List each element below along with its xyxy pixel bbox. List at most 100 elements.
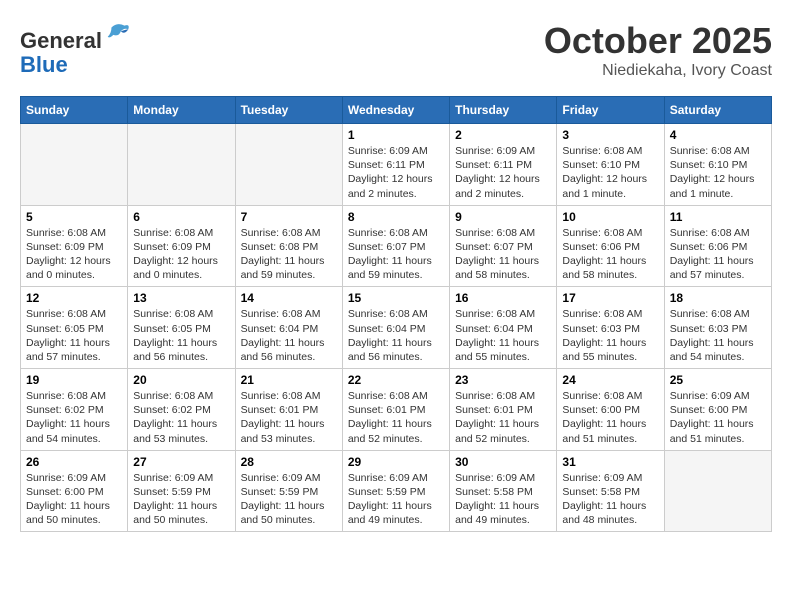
day-number: 23 [455, 373, 551, 387]
day-info: Sunrise: 6:08 AMSunset: 6:05 PMDaylight:… [133, 307, 229, 364]
day-info: Sunrise: 6:08 AMSunset: 6:04 PMDaylight:… [241, 307, 337, 364]
day-info: Sunrise: 6:08 AMSunset: 6:06 PMDaylight:… [562, 226, 658, 283]
day-info: Sunrise: 6:08 AMSunset: 6:01 PMDaylight:… [241, 389, 337, 446]
day-number: 8 [348, 210, 444, 224]
day-number: 6 [133, 210, 229, 224]
day-number: 14 [241, 291, 337, 305]
day-info: Sunrise: 6:08 AMSunset: 6:09 PMDaylight:… [26, 226, 122, 283]
day-number: 21 [241, 373, 337, 387]
day-number: 31 [562, 455, 658, 469]
weekday-header: Tuesday [235, 97, 342, 124]
calendar-cell: 5 Sunrise: 6:08 AMSunset: 6:09 PMDaylight… [21, 205, 128, 287]
day-number: 2 [455, 128, 551, 142]
calendar-cell: 26Sunrise: 6:09 AMSunset: 6:00 PMDayligh… [21, 450, 128, 532]
calendar-cell: 19 Sunrise: 6:08 AMSunset: 6:02 PMDayligh… [21, 369, 128, 451]
day-info: Sunrise: 6:08 AMSunset: 6:10 PMDaylight:… [670, 144, 766, 201]
weekday-header: Wednesday [342, 97, 449, 124]
day-number: 7 [241, 210, 337, 224]
day-info: Sunrise: 6:09 AMSunset: 5:58 PMDaylight:… [455, 471, 551, 528]
day-info: Sunrise: 6:08 AMSunset: 6:01 PMDaylight:… [348, 389, 444, 446]
logo-bird-icon [104, 20, 132, 48]
calendar-cell: 21 Sunrise: 6:08 AMSunset: 6:01 PMDayligh… [235, 369, 342, 451]
day-info: Sunrise: 6:08 AMSunset: 6:10 PMDaylight:… [562, 144, 658, 201]
calendar-cell [664, 450, 771, 532]
day-number: 30 [455, 455, 551, 469]
calendar-cell: 17 Sunrise: 6:08 AMSunset: 6:03 PMDayligh… [557, 287, 664, 369]
calendar-cell: 16 Sunrise: 6:08 AMSunset: 6:04 PMDayligh… [450, 287, 557, 369]
logo-blue-text: Blue [20, 52, 68, 77]
day-info: Sunrise: 6:09 AMSunset: 5:58 PMDaylight:… [562, 471, 658, 528]
day-info: Sunrise: 6:08 AMSunset: 6:07 PMDaylight:… [455, 226, 551, 283]
weekday-header: Friday [557, 97, 664, 124]
calendar-cell: 31 Sunrise: 6:09 AMSunset: 5:58 PMDayligh… [557, 450, 664, 532]
day-number: 18 [670, 291, 766, 305]
calendar-week-row: 1 Sunrise: 6:09 AMSunset: 6:11 PMDaylight… [21, 124, 772, 206]
calendar-cell: 9 Sunrise: 6:08 AMSunset: 6:07 PMDaylight… [450, 205, 557, 287]
day-number: 4 [670, 128, 766, 142]
day-number: 16 [455, 291, 551, 305]
day-info: Sunrise: 6:09 AMSunset: 5:59 PMDaylight:… [133, 471, 229, 528]
day-info: Sunrise: 6:09 AMSunset: 6:11 PMDaylight:… [455, 144, 551, 201]
day-number: 9 [455, 210, 551, 224]
day-number: 10 [562, 210, 658, 224]
calendar-cell: 30 Sunrise: 6:09 AMSunset: 5:58 PMDayligh… [450, 450, 557, 532]
weekday-header-row: SundayMondayTuesdayWednesdayThursdayFrid… [21, 97, 772, 124]
calendar-week-row: 26Sunrise: 6:09 AMSunset: 6:00 PMDayligh… [21, 450, 772, 532]
calendar-cell: 11 Sunrise: 6:08 AMSunset: 6:06 PMDayligh… [664, 205, 771, 287]
day-number: 17 [562, 291, 658, 305]
weekday-header: Monday [128, 97, 235, 124]
day-info: Sunrise: 6:09 AMSunset: 6:11 PMDaylight:… [348, 144, 444, 201]
day-number: 22 [348, 373, 444, 387]
day-number: 13 [133, 291, 229, 305]
day-number: 26 [26, 455, 122, 469]
day-number: 19 [26, 373, 122, 387]
day-info: Sunrise: 6:08 AMSunset: 6:08 PMDaylight:… [241, 226, 337, 283]
day-info: Sunrise: 6:08 AMSunset: 6:01 PMDaylight:… [455, 389, 551, 446]
calendar-cell: 8Sunrise: 6:08 AMSunset: 6:07 PMDaylight… [342, 205, 449, 287]
day-info: Sunrise: 6:08 AMSunset: 6:09 PMDaylight:… [133, 226, 229, 283]
calendar-cell: 15Sunrise: 6:08 AMSunset: 6:04 PMDayligh… [342, 287, 449, 369]
logo-general-text: General [20, 28, 102, 53]
day-number: 25 [670, 373, 766, 387]
calendar-table: SundayMondayTuesdayWednesdayThursdayFrid… [20, 96, 772, 532]
weekday-header: Sunday [21, 97, 128, 124]
calendar-cell [21, 124, 128, 206]
day-number: 15 [348, 291, 444, 305]
day-number: 5 [26, 210, 122, 224]
day-number: 28 [241, 455, 337, 469]
calendar-cell: 14 Sunrise: 6:08 AMSunset: 6:04 PMDayligh… [235, 287, 342, 369]
day-number: 24 [562, 373, 658, 387]
calendar-cell: 13 Sunrise: 6:08 AMSunset: 6:05 PMDayligh… [128, 287, 235, 369]
day-info: Sunrise: 6:08 AMSunset: 6:03 PMDaylight:… [562, 307, 658, 364]
day-info: Sunrise: 6:09 AMSunset: 6:00 PMDaylight:… [670, 389, 766, 446]
day-number: 12 [26, 291, 122, 305]
day-info: Sunrise: 6:08 AMSunset: 6:02 PMDaylight:… [133, 389, 229, 446]
calendar-cell: 22 Sunrise: 6:08 AMSunset: 6:01 PMDayligh… [342, 369, 449, 451]
title-block: October 2025 Niediekaha, Ivory Coast [544, 20, 772, 80]
day-number: 20 [133, 373, 229, 387]
calendar-cell: 4 Sunrise: 6:08 AMSunset: 6:10 PMDaylight… [664, 124, 771, 206]
day-info: Sunrise: 6:08 AMSunset: 6:05 PMDaylight:… [26, 307, 122, 364]
day-info: Sunrise: 6:08 AMSunset: 6:06 PMDaylight:… [670, 226, 766, 283]
calendar-cell [235, 124, 342, 206]
day-number: 29 [348, 455, 444, 469]
calendar-cell: 18 Sunrise: 6:08 AMSunset: 6:03 PMDayligh… [664, 287, 771, 369]
location: Niediekaha, Ivory Coast [544, 62, 772, 80]
day-info: Sunrise: 6:08 AMSunset: 6:03 PMDaylight:… [670, 307, 766, 364]
day-info: Sunrise: 6:08 AMSunset: 6:04 PMDaylight:… [455, 307, 551, 364]
calendar-cell: 20 Sunrise: 6:08 AMSunset: 6:02 PMDayligh… [128, 369, 235, 451]
calendar-cell: 25 Sunrise: 6:09 AMSunset: 6:00 PMDayligh… [664, 369, 771, 451]
page-header: General Blue October 2025 Niediekaha, Iv… [20, 20, 772, 80]
day-number: 11 [670, 210, 766, 224]
day-number: 3 [562, 128, 658, 142]
calendar-cell [128, 124, 235, 206]
day-info: Sunrise: 6:08 AMSunset: 6:02 PMDaylight:… [26, 389, 122, 446]
weekday-header: Saturday [664, 97, 771, 124]
day-number: 1 [348, 128, 444, 142]
calendar-cell: 2 Sunrise: 6:09 AMSunset: 6:11 PMDaylight… [450, 124, 557, 206]
day-info: Sunrise: 6:08 AMSunset: 6:00 PMDaylight:… [562, 389, 658, 446]
calendar-cell: 27Sunrise: 6:09 AMSunset: 5:59 PMDayligh… [128, 450, 235, 532]
calendar-cell: 24 Sunrise: 6:08 AMSunset: 6:00 PMDayligh… [557, 369, 664, 451]
calendar-week-row: 12 Sunrise: 6:08 AMSunset: 6:05 PMDayligh… [21, 287, 772, 369]
calendar-cell: 10 Sunrise: 6:08 AMSunset: 6:06 PMDayligh… [557, 205, 664, 287]
